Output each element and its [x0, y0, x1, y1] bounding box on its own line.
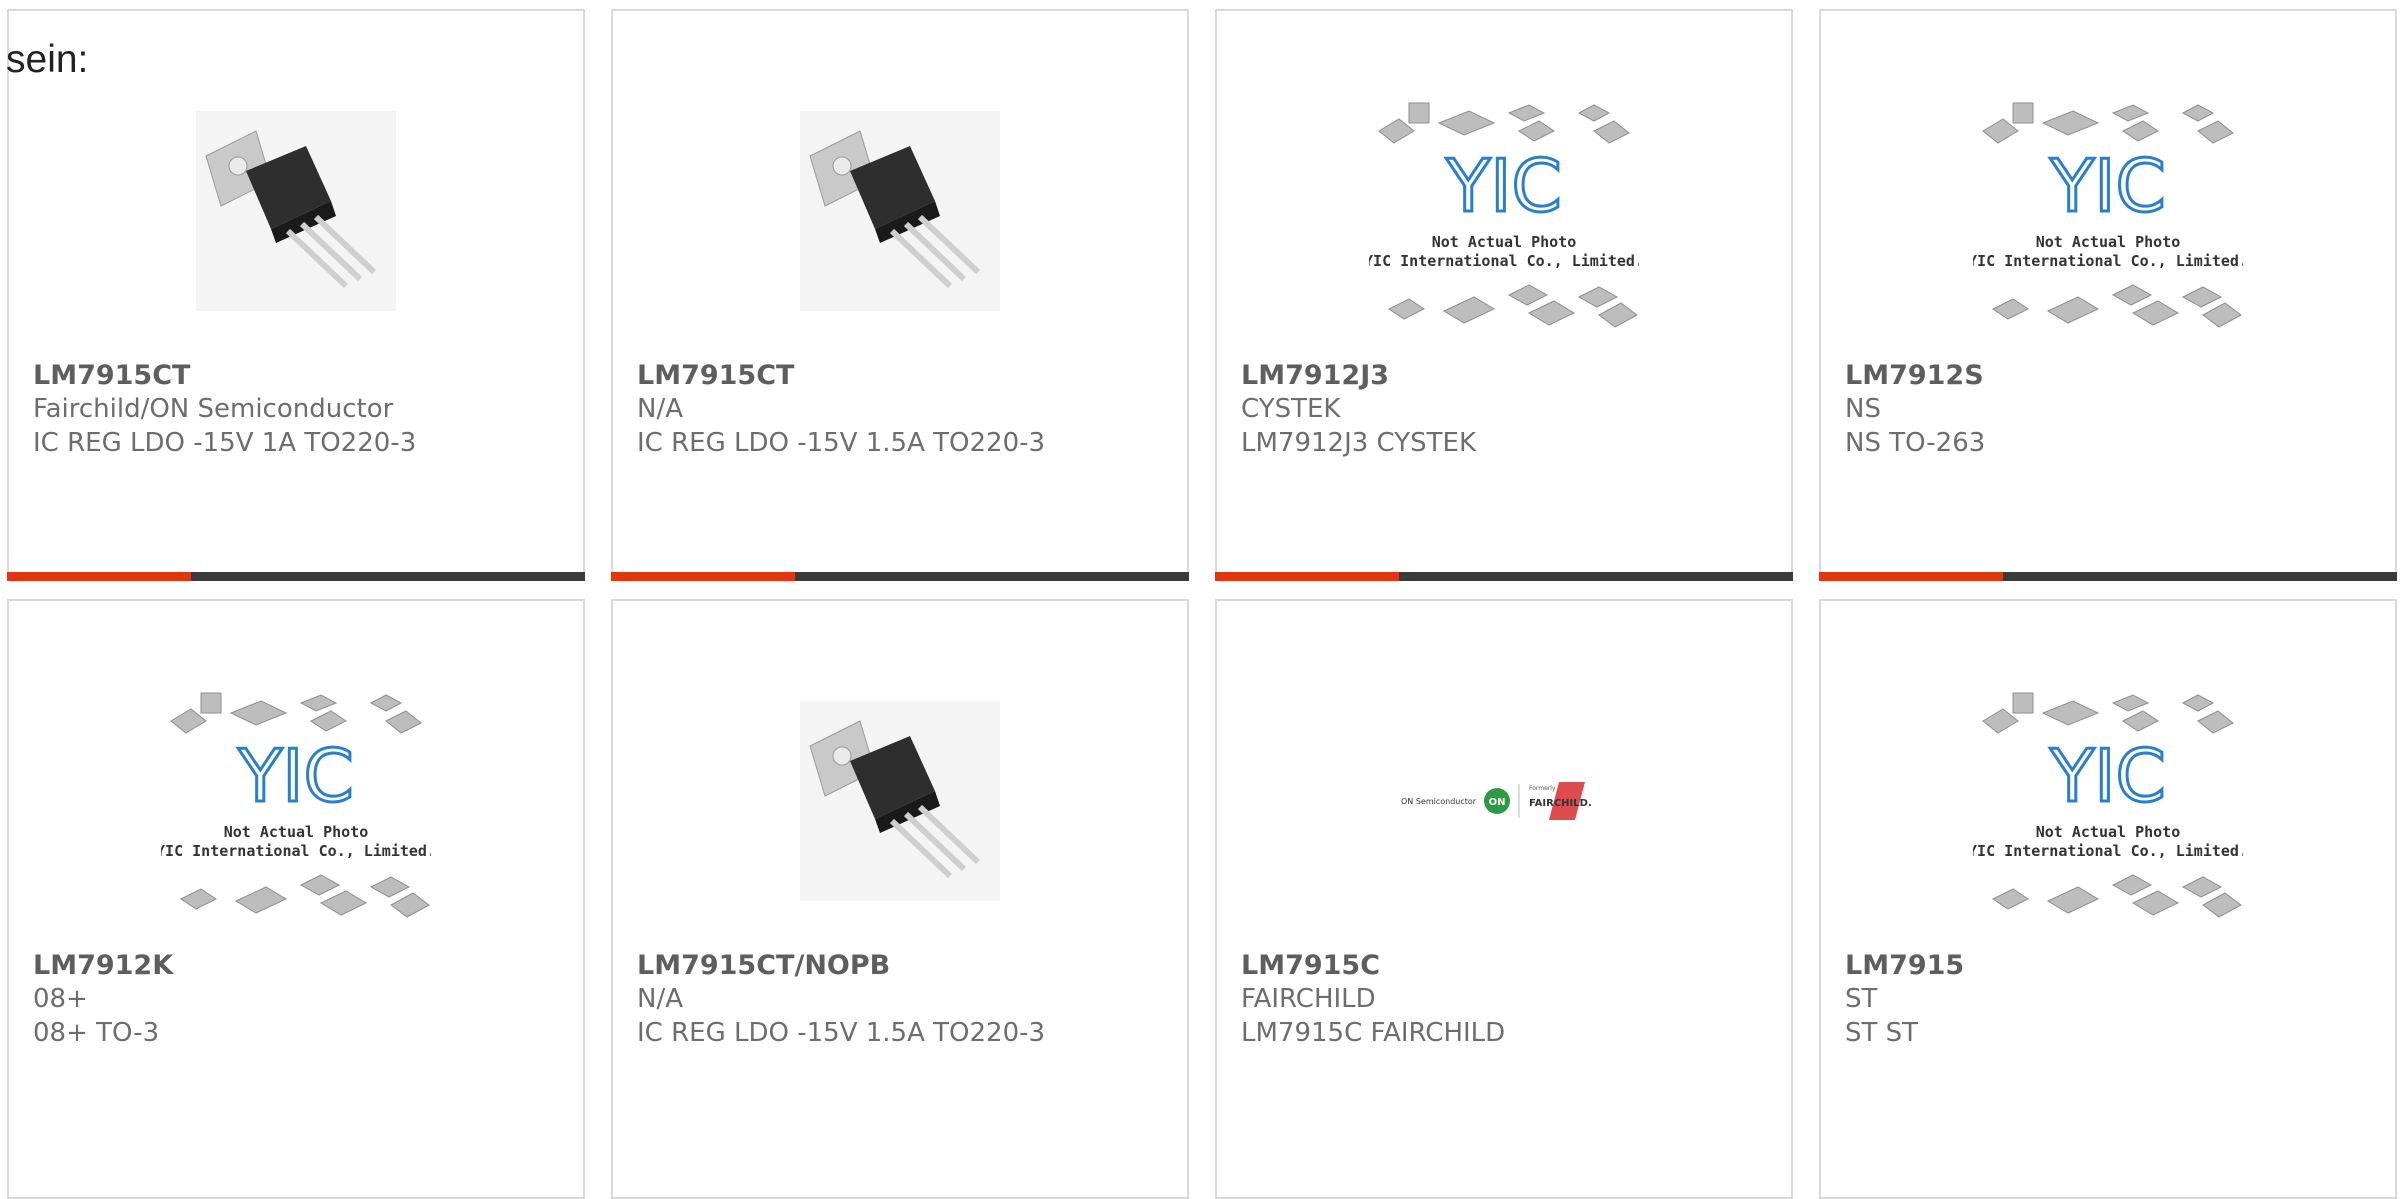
yic-placeholder-icon: YIC Not Actual Photo YIC International C…	[1973, 102, 2243, 328]
placeholder-line2: YIC International Co., Limited.	[1973, 252, 2243, 270]
formerly-text: Formerly	[1529, 785, 1556, 792]
product-image: YIC Not Actual Photo YIC International C…	[1217, 61, 1791, 361]
placeholder-line1: Not Actual Photo	[2036, 233, 2181, 251]
part-number[interactable]: LM7912S	[1845, 360, 1984, 391]
manufacturer: FAIRCHILD	[1241, 984, 1376, 1014]
product-card[interactable]: YIC Not Actual Photo YIC International C…	[7, 599, 585, 1199]
product-image: YIC Not Actual Photo YIC International C…	[1821, 61, 2395, 361]
product-card[interactable]: YIC Not Actual Photo YIC International C…	[1819, 9, 2397, 581]
product-image	[613, 651, 1187, 951]
yic-logo: YIC	[2049, 144, 2166, 228]
description: NS TO-263	[1845, 428, 1986, 458]
placeholder-line1: Not Actual Photo	[224, 823, 369, 841]
lead-text: sein:	[6, 38, 89, 81]
part-number[interactable]: LM7915CT	[637, 360, 794, 391]
product-image: YIC Not Actual Photo YIC International C…	[1821, 651, 2395, 951]
product-card[interactable]: LM7915CT N/A IC REG LDO -15V 1.5A TO220-…	[611, 9, 1189, 581]
description: IC REG LDO -15V 1.5A TO220-3	[637, 428, 1046, 458]
description: ST ST	[1845, 1018, 1919, 1048]
placeholder-line2: YIC International Co., Limited.	[1973, 842, 2243, 860]
placeholder-line2: YIC International Co., Limited.	[161, 842, 431, 860]
product-card[interactable]: LM7915CT/NOPB N/A IC REG LDO -15V 1.5A T…	[611, 599, 1189, 1199]
manufacturer: N/A	[637, 394, 683, 424]
on-semi-text: ON Semiconductor	[1401, 797, 1477, 806]
description: IC REG LDO -15V 1.5A TO220-3	[637, 1018, 1046, 1048]
product-card[interactable]: YIC Not Actual Photo YIC International C…	[1215, 9, 1793, 581]
card-bar	[1819, 572, 2397, 581]
card-bar	[7, 572, 585, 581]
product-image: YIC Not Actual Photo YIC International C…	[9, 651, 583, 951]
manufacturer: 08+	[33, 984, 88, 1014]
part-number[interactable]: LM7915CT/NOPB	[637, 950, 890, 981]
yic-logo: YIC	[2049, 734, 2166, 818]
manufacturer: Fairchild/ON Semiconductor	[33, 394, 394, 424]
product-grid: LM7915CT Fairchild/ON Semiconductor IC R…	[0, 0, 2400, 1199]
product-card[interactable]: LM7915CT Fairchild/ON Semiconductor IC R…	[7, 9, 585, 581]
card-bar-accent	[7, 572, 191, 581]
manufacturer: CYSTEK	[1241, 394, 1341, 424]
product-card[interactable]: ON Semiconductor ON Formerly FAIRCHILD. …	[1215, 599, 1793, 1199]
product-image	[9, 61, 583, 361]
description: IC REG LDO -15V 1A TO220-3	[33, 428, 417, 458]
placeholder-line2: YIC International Co., Limited.	[1369, 252, 1639, 270]
part-number[interactable]: LM7912K	[33, 950, 173, 981]
manufacturer: N/A	[637, 984, 683, 1014]
card-bar	[1215, 572, 1793, 581]
placeholder-line1: Not Actual Photo	[2036, 823, 2181, 841]
card-bar-accent	[1215, 572, 1399, 581]
yic-logo: YIC	[237, 734, 354, 818]
description: LM7912J3 CYSTEK	[1241, 428, 1477, 458]
card-bar-accent	[1819, 572, 2003, 581]
to220-regulator-icon	[800, 111, 1000, 311]
description: LM7915C FAIRCHILD	[1241, 1018, 1506, 1048]
yic-placeholder-icon: YIC Not Actual Photo YIC International C…	[161, 692, 431, 918]
on-mark-text: ON	[1489, 797, 1506, 808]
to220-regulator-icon	[800, 701, 1000, 901]
part-number[interactable]: LM7915	[1845, 950, 1964, 981]
card-bar	[611, 572, 1189, 581]
part-number[interactable]: LM7915CT	[33, 360, 190, 391]
manufacturer: NS	[1845, 394, 1881, 424]
product-image	[613, 61, 1187, 361]
card-bar-accent	[611, 572, 795, 581]
yic-logo: YIC	[1445, 144, 1562, 228]
to220-regulator-icon	[196, 111, 396, 311]
product-card[interactable]: YIC Not Actual Photo YIC International C…	[1819, 599, 2397, 1199]
manufacturer: ST	[1845, 984, 1878, 1014]
placeholder-line1: Not Actual Photo	[1432, 233, 1577, 251]
product-image: ON Semiconductor ON Formerly FAIRCHILD.	[1217, 651, 1791, 951]
yic-placeholder-icon: YIC Not Actual Photo YIC International C…	[1973, 692, 2243, 918]
description: 08+ TO-3	[33, 1018, 160, 1048]
yic-placeholder-icon: YIC Not Actual Photo YIC International C…	[1369, 102, 1639, 328]
part-number[interactable]: LM7912J3	[1241, 360, 1389, 391]
fairchild-text: FAIRCHILD.	[1529, 798, 1592, 809]
part-number[interactable]: LM7915C	[1241, 950, 1380, 981]
onsemi-fairchild-logo-icon: ON Semiconductor ON Formerly FAIRCHILD.	[1401, 782, 1592, 820]
